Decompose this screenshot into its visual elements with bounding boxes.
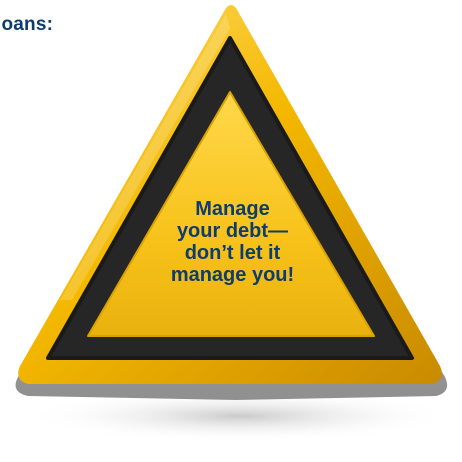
warning-sign: Manage your debt— don’t let it manage yo…	[0, 0, 462, 462]
sign-message-line: Manage	[195, 198, 270, 220]
sign-message-line: manage you!	[170, 264, 295, 286]
sign-message-line: your debt—	[176, 220, 289, 242]
sign-message-line: don’t let it	[184, 242, 281, 264]
sign-message: Manage your debt— don’t let it manage yo…	[160, 198, 305, 286]
